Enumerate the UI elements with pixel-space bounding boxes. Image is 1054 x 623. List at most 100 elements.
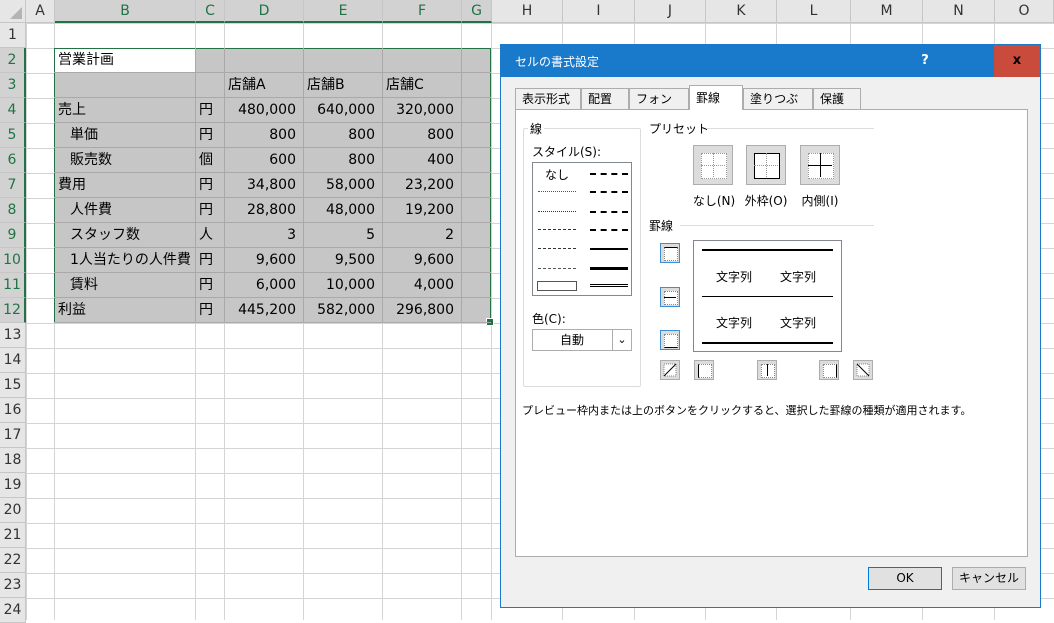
line-style-hairline[interactable]: [538, 191, 576, 192]
line-style-medium-dashed[interactable]: [590, 229, 628, 231]
value-cell[interactable]: 4,000: [382, 273, 454, 298]
column-header[interactable]: B: [55, 0, 196, 23]
row-header[interactable]: 22: [0, 548, 26, 573]
line-style-dashed[interactable]: [538, 268, 576, 269]
line-style-dotted[interactable]: [538, 211, 576, 212]
unit-cell[interactable]: 円: [199, 173, 213, 198]
tab-protection[interactable]: 保護: [813, 88, 861, 109]
border-diagonal-down-button[interactable]: [853, 360, 873, 380]
unit-cell[interactable]: 円: [199, 298, 213, 323]
border-preview[interactable]: 文字列 文字列 文字列 文字列: [693, 240, 842, 352]
value-cell[interactable]: 28,800: [224, 198, 296, 223]
row-header[interactable]: 21: [0, 523, 26, 548]
row-header[interactable]: 19: [0, 473, 26, 498]
column-header[interactable]: I: [563, 0, 635, 23]
tab-alignment[interactable]: 配置: [581, 88, 629, 109]
line-style-dash-dot[interactable]: [538, 248, 576, 249]
line-style-double[interactable]: [590, 284, 628, 287]
column-header[interactable]: O: [995, 0, 1054, 23]
row-header[interactable]: 13: [0, 323, 26, 348]
row-header[interactable]: 9: [0, 223, 26, 248]
preset-inside-button[interactable]: [800, 145, 840, 185]
color-dropdown[interactable]: 自動 ⌄: [532, 329, 632, 351]
unit-cell[interactable]: 人: [199, 223, 213, 248]
border-left-button[interactable]: [694, 360, 714, 380]
tab-font[interactable]: フォント: [629, 88, 689, 127]
value-cell[interactable]: 296,800: [382, 298, 454, 323]
row-header[interactable]: 8: [0, 198, 26, 223]
row-header[interactable]: 24: [0, 598, 26, 623]
value-cell[interactable]: 480,000: [224, 98, 296, 123]
label-cell[interactable]: 単価: [70, 123, 98, 148]
fill-handle[interactable]: [486, 318, 494, 326]
select-all-button[interactable]: [0, 0, 26, 23]
row-header[interactable]: 17: [0, 423, 26, 448]
column-header[interactable]: D: [225, 0, 304, 23]
unit-cell[interactable]: 個: [199, 148, 213, 173]
row-header[interactable]: 4: [0, 98, 26, 123]
header-cell[interactable]: 店舗B: [307, 73, 345, 98]
row-header[interactable]: 12: [0, 298, 26, 323]
label-cell[interactable]: 人件費: [70, 198, 112, 223]
border-right-button[interactable]: [819, 360, 839, 380]
preset-none-button[interactable]: [693, 145, 733, 185]
label-cell[interactable]: 利益: [58, 298, 86, 323]
value-cell[interactable]: 9,600: [382, 248, 454, 273]
label-cell[interactable]: スタッフ数: [70, 223, 140, 248]
line-style-medium[interactable]: [590, 248, 628, 250]
column-header[interactable]: F: [383, 0, 462, 23]
line-style-list[interactable]: なし: [532, 162, 632, 296]
line-style-selected-thin[interactable]: [537, 281, 577, 291]
help-button[interactable]: ?: [902, 45, 948, 77]
value-cell[interactable]: 640,000: [303, 98, 375, 123]
cancel-button[interactable]: キャンセル: [952, 567, 1026, 590]
unit-cell[interactable]: 円: [199, 198, 213, 223]
tab-number[interactable]: 表示形式: [515, 88, 581, 109]
value-cell[interactable]: 400: [382, 148, 454, 173]
unit-cell[interactable]: 円: [199, 248, 213, 273]
value-cell[interactable]: 800: [224, 123, 296, 148]
value-cell[interactable]: 19,200: [382, 198, 454, 223]
header-cell[interactable]: 店舗C: [386, 73, 424, 98]
border-top-button[interactable]: [660, 243, 680, 263]
value-cell[interactable]: 582,000: [303, 298, 375, 323]
tab-border[interactable]: 罫線: [689, 85, 743, 110]
label-cell[interactable]: 賃料: [70, 273, 98, 298]
close-button[interactable]: x: [994, 45, 1040, 77]
chevron-down-icon[interactable]: ⌄: [612, 330, 631, 350]
value-cell[interactable]: 800: [303, 148, 375, 173]
value-cell[interactable]: 34,800: [224, 173, 296, 198]
border-inside-vertical-button[interactable]: [757, 360, 777, 380]
column-header[interactable]: K: [706, 0, 777, 23]
value-cell[interactable]: 2: [382, 223, 454, 248]
column-header[interactable]: J: [635, 0, 706, 23]
value-cell[interactable]: 23,200: [382, 173, 454, 198]
unit-cell[interactable]: 円: [199, 273, 213, 298]
value-cell[interactable]: 9,600: [224, 248, 296, 273]
line-style-dash-dot-dot[interactable]: [538, 229, 576, 230]
value-cell[interactable]: 600: [224, 148, 296, 173]
column-header[interactable]: A: [26, 0, 55, 23]
style-none-option[interactable]: なし: [545, 166, 570, 183]
line-style-slant-dash-dot[interactable]: [590, 191, 628, 193]
label-cell[interactable]: 売上: [58, 98, 86, 123]
header-cell[interactable]: 店舗A: [228, 73, 266, 98]
value-cell[interactable]: 445,200: [224, 298, 296, 323]
row-header[interactable]: 10: [0, 248, 26, 273]
value-cell[interactable]: 6,000: [224, 273, 296, 298]
border-diagonal-up-button[interactable]: [660, 360, 680, 380]
unit-cell[interactable]: 円: [199, 123, 213, 148]
row-header[interactable]: 23: [0, 573, 26, 598]
value-cell[interactable]: 9,500: [303, 248, 375, 273]
dialog-titlebar[interactable]: セルの書式設定 ? x: [501, 45, 1040, 77]
value-cell[interactable]: 58,000: [303, 173, 375, 198]
value-cell[interactable]: 48,000: [303, 198, 375, 223]
line-style-medium-dash-dot[interactable]: [590, 211, 628, 213]
row-header[interactable]: 18: [0, 448, 26, 473]
column-header[interactable]: L: [777, 0, 851, 23]
unit-cell[interactable]: 円: [199, 98, 213, 123]
tab-fill[interactable]: 塗りつぶし: [743, 88, 813, 127]
row-header[interactable]: 6: [0, 148, 26, 173]
column-header[interactable]: N: [923, 0, 995, 23]
row-header[interactable]: 7: [0, 173, 26, 198]
